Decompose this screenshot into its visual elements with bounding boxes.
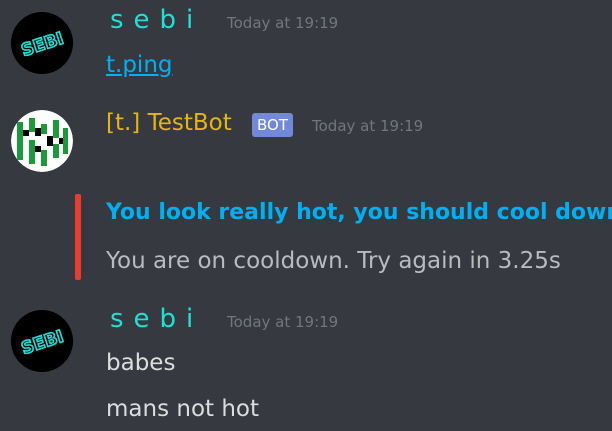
avatar-sebi[interactable]: SEBI (11, 310, 73, 372)
author-name[interactable]: sebi (110, 304, 203, 334)
message-text: t.ping (106, 52, 173, 78)
embed-title: You look really hot, you should cool dow… (106, 200, 612, 225)
message-text: mans not hot (106, 396, 260, 422)
avatar-testbot[interactable] (11, 110, 73, 172)
message-link[interactable]: t.ping (106, 52, 173, 78)
timestamp: Today at 19:19 (312, 117, 424, 135)
author-name[interactable]: [t.] TestBot (106, 110, 232, 136)
embed-color-bar (75, 194, 81, 280)
embed-description: You are on cooldown. Try again in 3.25s (106, 248, 561, 274)
timestamp: Today at 19:19 (227, 14, 339, 32)
timestamp: Today at 19:19 (227, 313, 339, 331)
author-name[interactable]: sebi (110, 5, 203, 35)
message-text: babes (106, 350, 176, 376)
avatar-sebi[interactable]: SEBI (11, 12, 73, 74)
bot-badge: BOT (252, 113, 293, 137)
